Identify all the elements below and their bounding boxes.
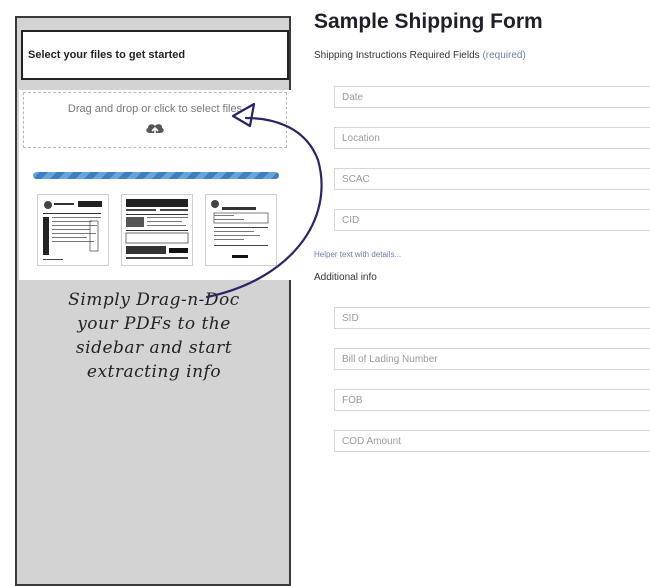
pdf-thumbnail-3[interactable] bbox=[205, 194, 277, 266]
scac-field[interactable]: SCAC bbox=[334, 168, 650, 190]
bill-of-lading-field[interactable]: Bill of Lading Number bbox=[334, 348, 650, 370]
cloud-upload-icon bbox=[146, 124, 164, 137]
thumbnail-list bbox=[37, 194, 277, 266]
sid-field[interactable]: SID bbox=[334, 307, 650, 329]
form-title: Sample Shipping Form bbox=[314, 10, 543, 33]
drag-instruction-note: Simply Drag-n-Doc your PDFs to the sideb… bbox=[34, 288, 274, 384]
sidebar-header: Select your files to get started bbox=[21, 30, 289, 80]
file-dropzone[interactable]: Drag and drop or click to select files bbox=[23, 92, 287, 148]
location-field[interactable]: Location bbox=[334, 127, 650, 149]
additional-info-title: Additional info bbox=[314, 272, 377, 283]
date-field[interactable]: Date bbox=[334, 86, 650, 108]
required-tag: (required) bbox=[482, 50, 526, 61]
pdf-thumbnail-1[interactable] bbox=[37, 194, 109, 266]
dropzone-text: Drag and drop or click to select files bbox=[67, 103, 243, 115]
note-line: Simply Drag-n-Doc bbox=[68, 290, 240, 310]
note-line: extracting info bbox=[86, 362, 222, 382]
note-line: sidebar and start bbox=[75, 338, 233, 358]
subtitle-text: Shipping Instructions Required Fields bbox=[314, 50, 480, 61]
upload-panel: Drag and drop or click to select files bbox=[19, 90, 291, 280]
pdf-thumbnail-2[interactable] bbox=[121, 194, 193, 266]
helper-text: Helper text with details... bbox=[314, 250, 402, 259]
cid-field[interactable]: CID bbox=[334, 209, 650, 231]
note-line: your PDFs to the bbox=[77, 314, 231, 334]
form-subtitle: Shipping Instructions Required Fields (r… bbox=[314, 50, 526, 61]
fob-field[interactable]: FOB bbox=[334, 389, 650, 411]
upload-progress-bar bbox=[33, 172, 279, 179]
file-sidebar: Select your files to get started Drag an… bbox=[15, 16, 291, 586]
cod-amount-field[interactable]: COD Amount bbox=[334, 430, 650, 452]
